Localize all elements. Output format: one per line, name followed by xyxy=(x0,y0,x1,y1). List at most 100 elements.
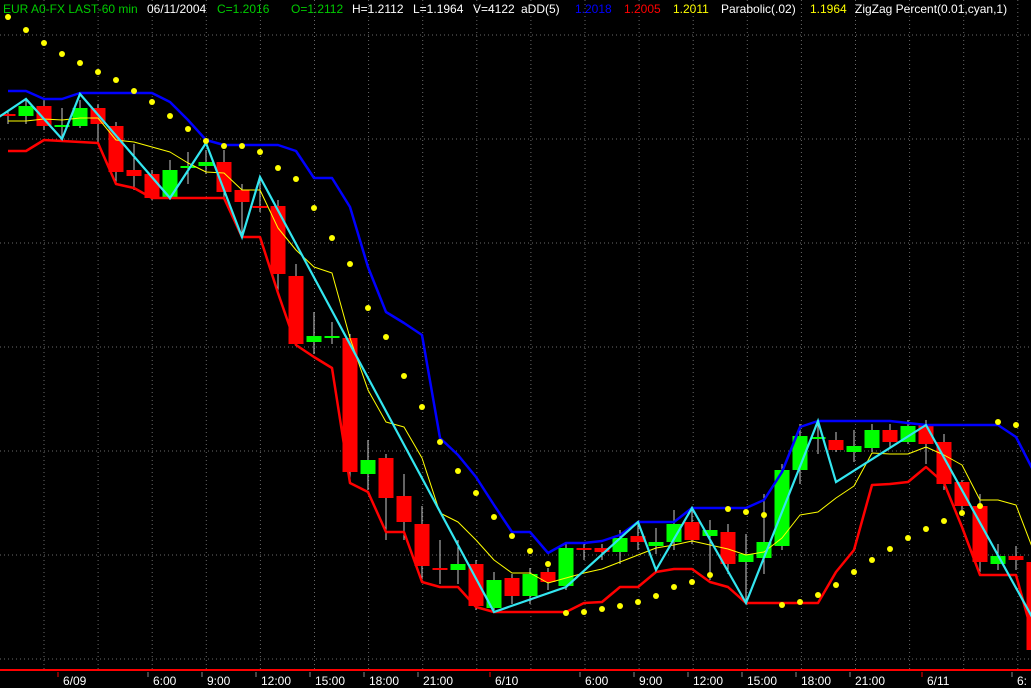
close-value: C=1.2016 xyxy=(217,2,269,16)
open-value: O=1.2112 xyxy=(291,2,343,16)
candle-up xyxy=(163,170,178,198)
parabolic-dot xyxy=(203,138,209,144)
parabolic-dot xyxy=(491,514,497,520)
parabolic-label: Parabolic(.02) xyxy=(721,2,796,16)
parabolic-dot xyxy=(131,88,137,94)
parabolic-dot xyxy=(95,69,101,75)
add-lower-value: 1.2005 xyxy=(624,2,661,16)
candle-down xyxy=(289,276,304,344)
x-axis-label: 6/09 xyxy=(63,674,86,688)
candle-up xyxy=(73,108,88,126)
parabolic-dot xyxy=(941,518,947,524)
parabolic-dot xyxy=(437,439,443,445)
parabolic-dot xyxy=(833,582,839,588)
candle-up xyxy=(451,564,466,570)
symbol-label: EUR A0-FX LAST-60 min xyxy=(3,2,138,16)
candle-down xyxy=(415,524,430,566)
candle-down xyxy=(505,578,520,596)
x-axis-label: 6/10 xyxy=(495,674,518,688)
parabolic-dot xyxy=(743,509,749,515)
candle-up xyxy=(649,542,664,546)
add-upper-value: 1.2018 xyxy=(575,2,612,16)
candle-up xyxy=(307,336,322,342)
x-axis-label: 15:00 xyxy=(747,674,777,688)
x-axis-label: 21:00 xyxy=(855,674,885,688)
candle-up xyxy=(847,446,862,452)
x-axis-label: 12:00 xyxy=(261,674,291,688)
volume-value: V=4122 xyxy=(473,2,515,16)
parabolic-dot xyxy=(77,60,83,66)
candle-up xyxy=(523,574,538,596)
x-axis-label: 9:00 xyxy=(207,674,230,688)
parabolic-value: 1.1964 xyxy=(810,2,847,16)
candle-down xyxy=(397,496,412,522)
parabolic-dot xyxy=(977,503,983,509)
x-axis-label: 6:00 xyxy=(585,674,608,688)
x-axis-label: 9:00 xyxy=(639,674,662,688)
candle-down xyxy=(37,106,52,126)
candle-up xyxy=(181,166,196,168)
parabolic-dot xyxy=(563,610,569,616)
parabolic-dot xyxy=(725,506,731,512)
parabolic-dot xyxy=(257,149,263,155)
parabolic-dot xyxy=(599,606,605,612)
parabolic-dot xyxy=(761,512,767,518)
parabolic-dot xyxy=(635,599,641,605)
parabolic-dot xyxy=(113,77,119,83)
candle-up xyxy=(559,548,574,586)
x-axis-label: 15:00 xyxy=(315,674,345,688)
parabolic-dot xyxy=(617,603,623,609)
price-chart[interactable] xyxy=(0,0,1031,687)
parabolic-dot xyxy=(851,569,857,575)
x-axis-label: 6:00 xyxy=(153,674,176,688)
parabolic-dot xyxy=(401,373,407,379)
add-mid-value: 1.2011 xyxy=(673,2,709,16)
x-axis-label: 6: xyxy=(1017,674,1027,688)
parabolic-dot xyxy=(923,526,929,532)
candle-down xyxy=(127,170,142,176)
candle-up xyxy=(613,538,628,552)
x-axis-label: 18:00 xyxy=(801,674,831,688)
parabolic-dot xyxy=(689,579,695,585)
parabolic-dot xyxy=(221,143,227,149)
candle-down xyxy=(577,548,592,550)
candle-up xyxy=(199,162,214,166)
parabolic-dot xyxy=(671,584,677,590)
parabolic-dot xyxy=(455,468,461,474)
add-indicator-label: aDD(5) xyxy=(521,2,560,16)
date-label: 06/11/2004 xyxy=(147,2,206,16)
parabolic-dot xyxy=(581,609,587,615)
x-axis-label: 12:00 xyxy=(693,674,723,688)
candle-up xyxy=(325,336,340,338)
parabolic-dot xyxy=(239,143,245,149)
parabolic-dot xyxy=(527,548,533,554)
candle-down xyxy=(685,522,700,540)
parabolic-dot xyxy=(905,535,911,541)
candle-down xyxy=(235,190,250,202)
parabolic-dot xyxy=(311,205,317,211)
parabolic-dot xyxy=(653,593,659,599)
parabolic-dot xyxy=(185,126,191,132)
parabolic-dot xyxy=(149,99,155,105)
parabolic-dot xyxy=(869,557,875,563)
parabolic-dot xyxy=(23,27,29,33)
high-value: H=1.2112 xyxy=(352,2,404,16)
parabolic-dot xyxy=(797,599,803,605)
candle-down xyxy=(955,482,970,506)
parabolic-dot xyxy=(293,176,299,182)
candle-up xyxy=(19,106,34,116)
candle-up xyxy=(361,460,376,474)
zigzag-label: ZigZag Percent(0.01,cyan,1) xyxy=(855,2,1007,16)
parabolic-dot xyxy=(959,510,965,516)
zigzag-line xyxy=(0,94,1031,627)
parabolic-dot xyxy=(41,40,47,46)
parabolic-dot xyxy=(995,419,1001,425)
parabolic-dot xyxy=(419,404,425,410)
parabolic-dot xyxy=(365,305,371,311)
parabolic-dot xyxy=(167,113,173,119)
parabolic-dot xyxy=(347,261,353,267)
x-axis-label: 6/11 xyxy=(927,674,949,688)
add-lower-band-line xyxy=(8,140,1031,640)
candle-down xyxy=(433,568,448,570)
parabolic-dot xyxy=(383,334,389,340)
